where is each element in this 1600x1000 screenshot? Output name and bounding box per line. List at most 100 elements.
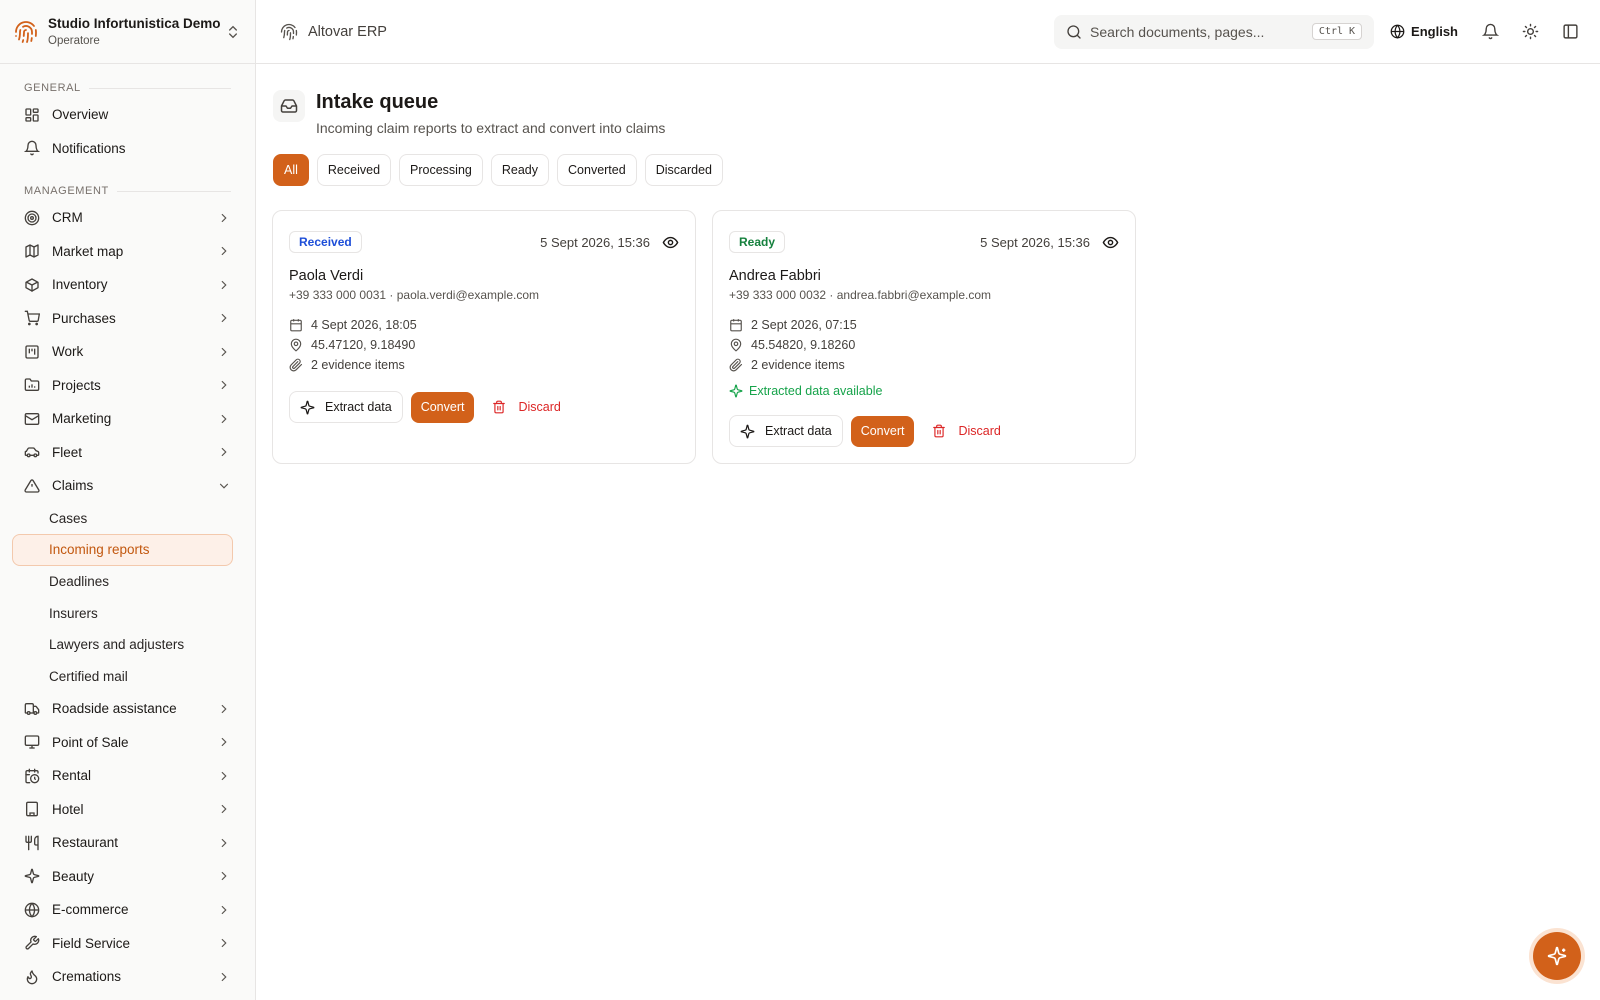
sidebar-item-label: Market map [52,243,124,259]
sidebar-item-claims[interactable]: Claims [0,469,255,503]
page-subtitle: Incoming claim reports to extract and co… [316,120,666,136]
sidebar-item-label: Notifications [52,140,126,156]
search-input[interactable]: Search documents, pages... Ctrl K [1054,14,1375,49]
intake-card: Received 5 Sept 2026, 15:36 Paola Verdi … [272,210,696,464]
tab-discarded[interactable]: Discarded [644,154,723,186]
discard-button[interactable]: Discard [926,415,1006,447]
calendar-icon [730,319,742,332]
language-switcher[interactable]: English [1390,24,1458,39]
chevron-right-icon [221,704,227,713]
sidebar-subitem-cases[interactable]: Cases [12,503,233,535]
sparkles-icon [24,868,40,884]
notifications-button[interactable] [1480,22,1500,42]
map-pin-icon [730,338,742,352]
evidence-count: 2 evidence items [289,355,679,375]
sidebar-item-fleet[interactable]: Fleet [0,436,255,470]
sidebar-item-beauty[interactable]: Beauty [0,860,255,894]
sidebar-item-market-map[interactable]: Market map [0,235,255,269]
sparkles-icon [1547,946,1567,966]
sidebar-subitem-insurers[interactable]: Insurers [12,597,233,629]
location: 45.54820, 9.18260 [729,335,1119,355]
event-date: 2 Sept 2026, 07:15 [729,315,1119,335]
globe-icon [1390,24,1405,39]
sidebar-subitem-incoming-reports[interactable]: Incoming reports [12,534,233,566]
evidence-count: 2 evidence items [729,355,1119,375]
sidebar-item-label: Cremations [52,969,122,985]
panel-right-icon [1562,24,1578,39]
car-icon [24,447,40,458]
alert-triangle-icon [24,479,40,493]
paperclip-icon [729,358,743,372]
event-date-value: 2 Sept 2026, 07:15 [751,318,857,332]
sidebar-item-label: Restaurant [52,835,119,851]
chevron-right-icon [221,347,227,356]
sparkles-icon [729,384,743,398]
page-header: Intake queue Incoming claim reports to e… [273,88,665,138]
chevron-right-icon [221,805,227,814]
sidebar-item-cremations[interactable]: Cremations [0,960,255,994]
sidebar-item-label: Inventory [52,277,108,293]
sidebar-item-inventory[interactable]: Inventory [0,268,255,302]
intake-cards: Received 5 Sept 2026, 15:36 Paola Verdi … [272,210,1136,464]
section-label-general: GENERAL [0,78,255,98]
sidebar-subitem-deadlines[interactable]: Deadlines [12,566,233,598]
status-filter-tabs: All Received Processing Ready Converted … [273,154,723,186]
sidebar-item-rental[interactable]: Rental [0,759,255,793]
sidebar-item-notifications[interactable]: Notifications [0,132,255,166]
sidebar-subitem-label: Cases [49,510,88,526]
tab-converted[interactable]: Converted [557,154,637,186]
sidebar: Studio Infortunistica Demo Operatore GEN… [0,0,256,1000]
sidebar-item-label: Hotel [52,801,84,817]
sidebar-item-restaurant[interactable]: Restaurant [0,826,255,860]
extracted-data-indicator: Extracted data available [729,383,1119,399]
sun-icon [1522,23,1538,40]
extract-data-button[interactable]: Extract data [729,415,843,447]
sidebar-subitem-lawyers[interactable]: Lawyers and adjusters [12,629,233,661]
chevron-right-icon [221,280,227,289]
event-date-value: 4 Sept 2026, 18:05 [311,318,417,332]
sidebar-item-projects[interactable]: Projects [0,369,255,403]
received-timestamp: 5 Sept 2026, 15:36 [540,234,650,250]
sidebar-item-overview[interactable]: Overview [0,98,255,132]
chevron-right-icon [221,771,227,780]
sidebar-item-ecommerce[interactable]: E-commerce [0,893,255,927]
sidebar-item-crm[interactable]: CRM [0,201,255,235]
org-name: Studio Infortunistica Demo [48,15,221,31]
org-switcher[interactable]: Studio Infortunistica Demo Operatore [0,0,255,64]
main-content: Intake queue Incoming claim reports to e… [256,64,1600,1000]
tab-all[interactable]: All [273,154,309,186]
truck-icon [24,702,40,715]
discard-button[interactable]: Discard [486,391,566,423]
eye-icon[interactable] [662,234,679,251]
extract-data-button[interactable]: Extract data [289,391,403,423]
location-value: 45.47120, 9.18490 [311,338,416,352]
toggle-panel-button[interactable] [1560,22,1580,42]
kanban-icon [25,345,39,359]
sidebar-item-hotel[interactable]: Hotel [0,793,255,827]
tab-processing[interactable]: Processing [399,154,483,186]
sidebar-item-label: Roadside assistance [52,701,177,717]
theme-toggle-button[interactable] [1520,22,1540,42]
mail-icon [24,412,40,425]
convert-button[interactable]: Convert [410,391,475,423]
tab-ready[interactable]: Ready [490,154,550,186]
eye-icon[interactable] [1102,234,1119,251]
convert-button[interactable]: Convert [850,415,915,447]
sidebar-item-label: Beauty [52,868,95,884]
chevron-right-icon [221,738,227,747]
ai-assistant-button[interactable] [1533,932,1581,980]
sidebar-item-label: Fleet [52,444,83,460]
sidebar-subitem-certified-mail[interactable]: Certified mail [12,660,233,692]
sidebar-item-point-of-sale[interactable]: Point of Sale [0,726,255,760]
inbox-icon [273,90,305,122]
sidebar-item-purchases[interactable]: Purchases [0,302,255,336]
utensils-icon [25,835,39,851]
reporter-contact: +39 333 000 0032 · andrea.fabbri@example… [729,288,992,302]
sidebar-item-marketing[interactable]: Marketing [0,402,255,436]
location-value: 45.54820, 9.18260 [751,338,856,352]
sidebar-item-work[interactable]: Work [0,335,255,369]
tab-received[interactable]: Received [316,154,392,186]
sparkles-icon [740,424,755,438]
sidebar-item-field-service[interactable]: Field Service [0,927,255,961]
sidebar-item-roadside-assistance[interactable]: Roadside assistance [0,692,255,726]
